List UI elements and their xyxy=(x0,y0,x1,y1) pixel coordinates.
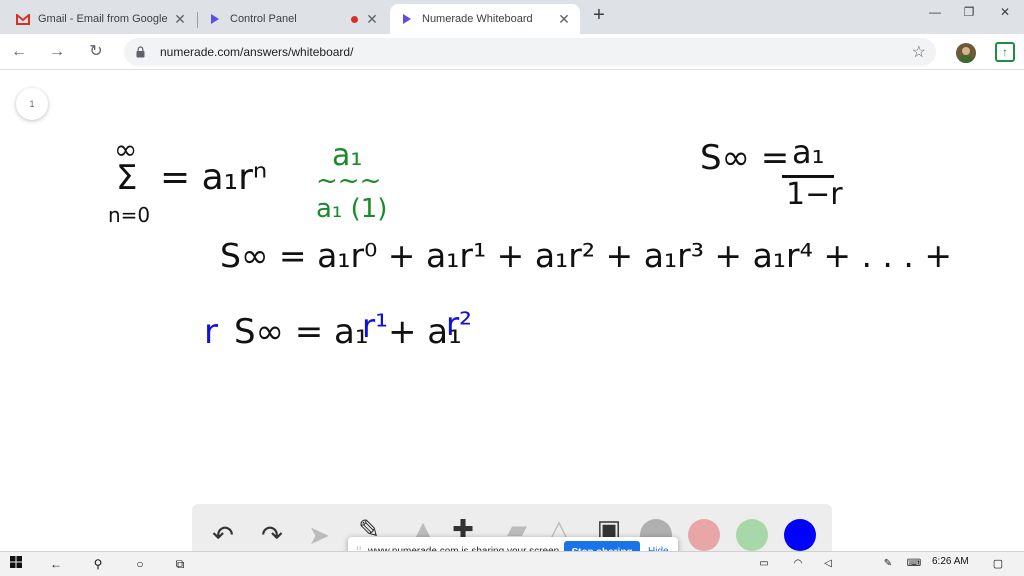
cortana-icon[interactable]: ○ xyxy=(132,555,148,573)
taskbar-clock[interactable]: 6:26 AM xyxy=(932,556,969,567)
forward-icon[interactable]: → xyxy=(46,41,68,63)
close-tab-icon[interactable]: ✕ xyxy=(172,11,188,27)
note-wave: ~~~ xyxy=(316,166,382,196)
notifications-icon[interactable]: ▢ xyxy=(990,555,1006,573)
r-series-r1: r¹ xyxy=(362,307,388,345)
bookmark-star-icon[interactable]: ☆ xyxy=(912,42,926,62)
tab-title: Numerade Whiteboard xyxy=(422,13,533,25)
color-swatch-blue[interactable] xyxy=(784,519,816,551)
close-tab-icon[interactable]: ✕ xyxy=(556,11,572,27)
sum-lower-limit: n=0 xyxy=(108,203,151,227)
volume-icon[interactable]: ◁ xyxy=(820,555,836,573)
series-expansion: S∞ = a₁r⁰ + a₁r¹ + a₁r² + a₁r³ + a₁r⁴ + … xyxy=(220,236,953,275)
tab-strip: Gmail - Email from Google ✕ Control Pane… xyxy=(0,0,1024,34)
recording-dot-icon xyxy=(351,16,358,23)
color-swatch-red[interactable] xyxy=(688,519,720,551)
back-icon[interactable]: ← xyxy=(8,41,30,63)
numerade-icon xyxy=(208,12,222,26)
tab-numerade-whiteboard[interactable]: Numerade Whiteboard ✕ xyxy=(390,4,580,34)
pointer-icon[interactable]: ➤ xyxy=(302,518,336,552)
restore-icon[interactable]: ❐ xyxy=(954,4,984,24)
multiplier-r: r xyxy=(204,312,218,352)
tab-title: Control Panel xyxy=(230,13,297,25)
search-icon[interactable]: ⚲ xyxy=(90,555,106,573)
browser-toolbar: ← → ↻ numerade.com/answers/whiteboard/ ☆ xyxy=(0,34,1024,70)
minimize-icon[interactable]: — xyxy=(920,4,950,24)
pen-workspace-icon[interactable]: ✎ xyxy=(880,555,896,573)
windows-start-icon[interactable] xyxy=(8,555,24,573)
color-swatch-green[interactable] xyxy=(736,519,768,551)
formula-numerator: a₁ xyxy=(792,133,825,171)
profile-avatar[interactable] xyxy=(956,43,976,63)
reload-icon[interactable]: ↻ xyxy=(85,41,107,63)
whiteboard-canvas[interactable] xyxy=(0,71,1024,551)
sum-expression: = a₁rⁿ xyxy=(160,157,268,198)
close-tab-icon[interactable]: ✕ xyxy=(364,11,380,27)
formula-lhs: S∞ = xyxy=(700,138,790,178)
tab-title: Gmail - Email from Google xyxy=(38,13,168,25)
close-window-icon[interactable]: ✕ xyxy=(990,4,1020,24)
wifi-icon[interactable]: ◠ xyxy=(790,555,806,573)
taskbar xyxy=(0,551,1024,576)
tab-gmail[interactable]: Gmail - Email from Google ✕ xyxy=(6,4,196,34)
extension-upload-icon[interactable]: ↑ xyxy=(995,42,1015,62)
r-series-a: S∞ = a₁ xyxy=(234,312,369,352)
r-series-r2: r² xyxy=(446,305,472,343)
address-bar[interactable]: numerade.com/answers/whiteboard/ ☆ xyxy=(124,38,936,66)
keyboard-icon[interactable]: ⌨ xyxy=(906,555,922,573)
redo-icon[interactable]: ↷ xyxy=(255,518,289,552)
lock-icon xyxy=(136,46,145,58)
undo-icon[interactable]: ↶ xyxy=(206,518,240,552)
gmail-icon xyxy=(16,12,30,26)
url-text: numerade.com/answers/whiteboard/ xyxy=(160,45,354,59)
battery-icon: ▭ xyxy=(759,558,769,569)
formula-denominator: 1−r xyxy=(786,177,843,212)
note-a1-times-1: a₁ (1) xyxy=(316,194,388,224)
back-arrow-icon[interactable]: ← xyxy=(48,555,64,573)
sum-symbol: Σ xyxy=(116,158,138,198)
numerade-icon xyxy=(400,12,414,26)
task-view-icon[interactable]: ⧉ xyxy=(172,555,188,573)
tab-control-panel[interactable]: Control Panel ✕ xyxy=(198,4,388,34)
page-number-badge[interactable]: 1 xyxy=(16,88,48,120)
new-tab-button[interactable]: + xyxy=(589,5,609,26)
